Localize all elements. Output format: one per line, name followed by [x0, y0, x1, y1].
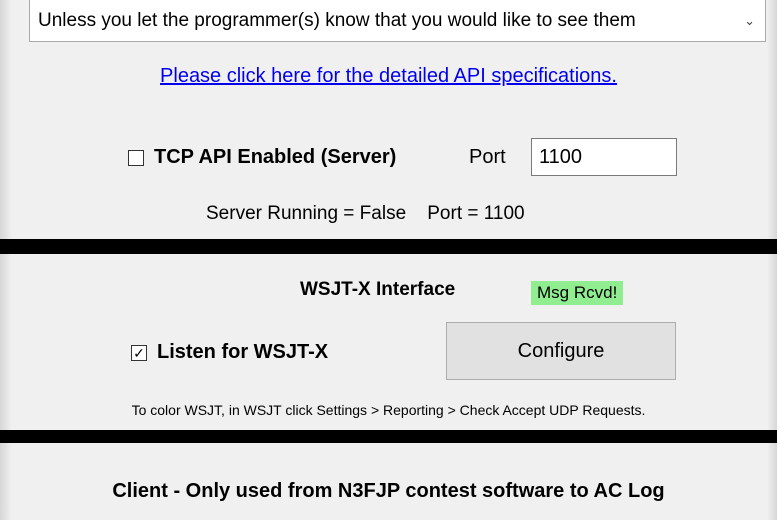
section-divider-2 — [0, 430, 777, 443]
section-divider-1 — [0, 239, 777, 254]
tcp-api-enabled-checkbox[interactable]: TCP API Enabled (Server) — [128, 146, 396, 169]
wsjt-color-hint: To color WSJT, in WSJT click Settings > … — [131, 402, 646, 418]
chevron-down-icon[interactable]: ⌄ — [744, 13, 755, 29]
listen-wsjt-checkbox[interactable]: ✓ Listen for WSJT-X — [131, 341, 328, 364]
port-input[interactable] — [531, 138, 677, 176]
listen-wsjt-label: Listen for WSJT-X — [157, 341, 329, 363]
wsjt-interface-title: WSJT-X Interface — [300, 279, 456, 300]
msg-received-badge: Msg Rcvd! — [531, 281, 624, 305]
checkbox-unchecked-icon[interactable] — [128, 149, 144, 166]
server-status-text: Server Running = False Port = 1100 — [206, 203, 525, 224]
port-label: Port — [469, 146, 506, 168]
tcp-api-enabled-label: TCP API Enabled (Server) — [154, 146, 397, 168]
api-specifications-link[interactable]: Please click here for the detailed API s… — [0, 65, 777, 88]
configure-button[interactable]: Configure — [446, 322, 676, 380]
client-section-title: Client - Only used from N3FJP contest so… — [112, 480, 665, 502]
checkbox-checked-icon[interactable]: ✓ — [131, 344, 147, 361]
tcp-api-row: TCP API Enabled (Server) Port — [0, 138, 777, 178]
message-filter-dropdown[interactable]: Unless you let the programmer(s) know th… — [29, 0, 766, 42]
dropdown-selected-value: Unless you let the programmer(s) know th… — [38, 9, 636, 31]
